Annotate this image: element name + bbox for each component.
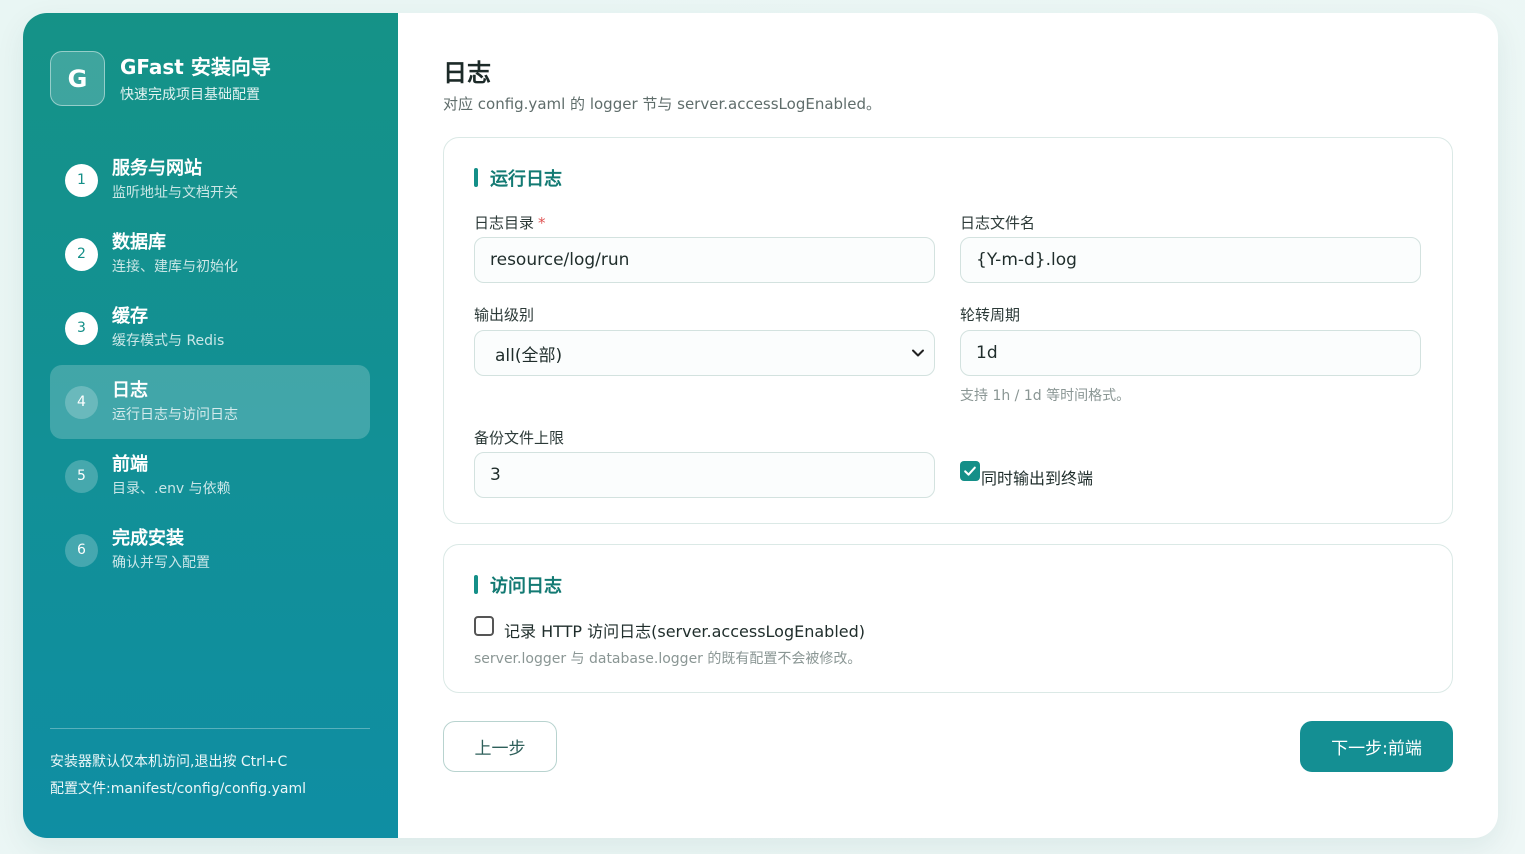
step-number: 3 [65,311,98,345]
sidebar-footer: 安装器默认仅本机访问,退出按 Ctrl+C 配置文件:manifest/conf… [50,749,306,803]
log-filename-label: 日志文件名 [960,214,1036,232]
step-desc: 确认并写入配置 [112,555,210,571]
chevron-down-icon [912,349,924,357]
brand-subtitle: 快速完成项目基础配置 [120,86,260,103]
step-title: 数据库 [112,232,166,253]
stdout-checkbox[interactable] [960,461,980,481]
next-button[interactable]: 下一步:前端 [1300,721,1453,772]
page-subtitle: 对应 config.yaml 的 logger 节与 server.access… [443,95,881,113]
log-dir-input[interactable] [474,237,935,283]
step-desc: 连接、建库与初始化 [112,259,238,275]
rotate-period-input[interactable] [960,330,1421,376]
log-dir-label-text: 日志目录 [474,214,535,232]
step-item-server[interactable]: 1 服务与网站 监听地址与文档开关 [50,143,370,217]
access-log-hint: server.logger 与 database.logger 的既有配置不会被… [474,651,862,667]
brand-title: GFast 安装向导 [120,54,271,79]
step-list: 1 服务与网站 监听地址与文档开关 2 数据库 连接、建库与初始化 3 缓存 缓… [50,143,370,587]
step-title: 前端 [112,454,148,475]
step-item-database[interactable]: 2 数据库 连接、建库与初始化 [50,217,370,291]
step-number: 1 [65,163,98,197]
log-level-value: all(全部) [474,330,935,376]
step-item-finish[interactable]: 6 完成安装 确认并写入配置 [50,513,370,587]
step-number: 5 [65,459,98,493]
backup-limit-input[interactable] [474,452,935,498]
log-dir-label: 日志目录 * [474,212,546,233]
step-item-log[interactable]: 4 日志 运行日志与访问日志 [50,365,370,439]
check-icon [964,466,976,476]
access-log-checkbox-label[interactable]: 记录 HTTP 访问日志(server.accessLogEnabled) [504,618,865,642]
step-title: 缓存 [112,306,148,327]
step-number: 6 [65,533,98,567]
access-log-section-title: 访问日志 [474,572,562,598]
prev-button[interactable]: 上一步 [443,721,557,772]
sidebar: G GFast 安装向导 快速完成项目基础配置 1 服务与网站 监听地址与文档开… [23,13,398,838]
step-desc: 目录、.env 与依赖 [112,481,231,497]
required-mark: * [538,214,546,232]
footer-access-note: 安装器默认仅本机访问,退出按 Ctrl+C [50,754,288,770]
main-panel: 日志 对应 config.yaml 的 logger 节与 server.acc… [398,13,1498,838]
sidebar-divider [50,728,370,729]
rotate-period-label: 轮转周期 [960,306,1021,324]
log-filename-input[interactable] [960,237,1421,283]
log-level-label: 输出级别 [474,306,535,324]
step-title: 服务与网站 [112,158,202,179]
step-title: 日志 [112,380,148,401]
step-title: 完成安装 [112,528,184,549]
access-log-checkbox[interactable] [474,616,494,636]
run-log-card: 运行日志 日志目录* 日志文件名 输出级别 all(全部) 轮转周期 支持 1h… [443,137,1453,524]
stdout-checkbox-label[interactable]: 同时输出到终端 [981,465,1093,489]
log-level-select[interactable]: all(全部) [474,330,935,376]
step-number: 4 [65,385,98,419]
step-number: 2 [65,237,98,271]
brand-logo: G [50,51,105,106]
installer-window: G GFast 安装向导 快速完成项目基础配置 1 服务与网站 监听地址与文档开… [23,13,1498,838]
footer-config-path: 配置文件:manifest/config/config.yaml [50,781,306,797]
brand: G GFast 安装向导 快速完成项目基础配置 [50,51,271,106]
step-desc: 监听地址与文档开关 [112,185,238,201]
step-desc: 运行日志与访问日志 [112,407,238,423]
step-desc: 缓存模式与 Redis [112,333,225,349]
page-title: 日志 [443,59,491,87]
step-item-frontend[interactable]: 5 前端 目录、.env 与依赖 [50,439,370,513]
step-item-cache[interactable]: 3 缓存 缓存模式与 Redis [50,291,370,365]
rotate-period-hint: 支持 1h / 1d 等时间格式。 [960,388,1131,404]
backup-limit-label: 备份文件上限 [474,429,565,447]
access-log-card: 访问日志 记录 HTTP 访问日志(server.accessLogEnable… [443,544,1453,693]
run-log-section-title: 运行日志 [474,165,562,191]
